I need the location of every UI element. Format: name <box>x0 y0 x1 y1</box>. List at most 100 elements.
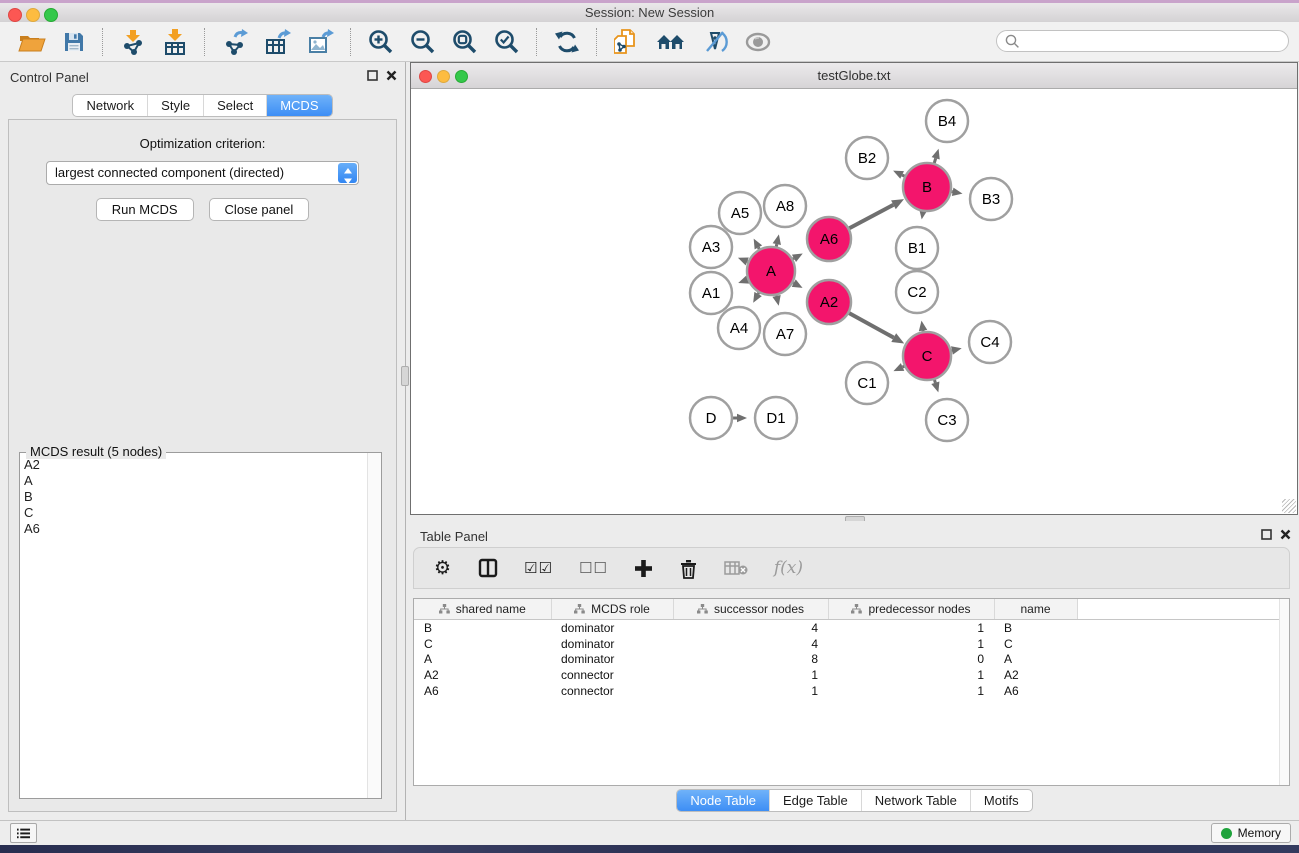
node-C[interactable]: C <box>903 332 951 380</box>
table-row[interactable]: Cdominator41C <box>414 636 1289 652</box>
network-resize-grip[interactable] <box>1282 499 1296 513</box>
delete-table-button[interactable] <box>718 558 754 578</box>
table-cell[interactable]: 1 <box>828 620 994 636</box>
result-item[interactable]: B <box>24 489 368 505</box>
open-session-button[interactable] <box>12 25 52 59</box>
node-A3[interactable]: A3 <box>690 226 732 268</box>
node-A5[interactable]: A5 <box>719 192 761 234</box>
node-B3[interactable]: B3 <box>970 178 1012 220</box>
node-A1[interactable]: A1 <box>690 272 732 314</box>
node-A8[interactable]: A8 <box>764 185 806 227</box>
result-item[interactable]: A <box>24 473 368 489</box>
node-A2[interactable]: A2 <box>807 280 851 324</box>
result-item[interactable]: A6 <box>24 521 368 537</box>
column-header[interactable]: shared name <box>414 599 551 620</box>
search-field[interactable] <box>996 30 1289 52</box>
node-C2[interactable]: C2 <box>896 271 938 313</box>
node-C3[interactable]: C3 <box>926 399 968 441</box>
table-options-button[interactable]: ⚙ <box>428 555 458 581</box>
edge-A-A8[interactable] <box>773 234 781 246</box>
show-graphics-details-button[interactable] <box>738 25 778 59</box>
export-table-button[interactable] <box>258 25 297 59</box>
criterion-dropdown[interactable]: largest connected component (directed) <box>46 161 359 185</box>
close-panel-icon[interactable] <box>386 70 397 81</box>
result-item[interactable]: A2 <box>24 457 368 473</box>
table-cell[interactable]: 1 <box>828 667 994 683</box>
export-network-button[interactable] <box>216 25 254 59</box>
deselect-all-columns-button[interactable]: ☐☐ <box>573 557 614 579</box>
import-network-button[interactable] <box>114 25 152 59</box>
table-cell[interactable]: connector <box>551 667 673 683</box>
export-image-button[interactable] <box>301 25 340 59</box>
vertical-splitter-handle[interactable] <box>401 366 409 386</box>
column-header[interactable]: MCDS role <box>551 599 673 620</box>
table-cell[interactable]: 1 <box>828 683 994 699</box>
table-cell[interactable]: connector <box>551 683 673 699</box>
edge-A-A7[interactable] <box>772 295 780 306</box>
table-cell[interactable]: A2 <box>994 667 1077 683</box>
home-button[interactable] <box>650 25 692 59</box>
table-scrollbar[interactable] <box>1279 599 1289 785</box>
node-A[interactable]: A <box>747 247 795 295</box>
table-cell[interactable]: A2 <box>414 667 551 683</box>
edge-A2-C[interactable] <box>849 313 904 343</box>
table-cell[interactable]: A <box>414 652 551 668</box>
table-row[interactable]: A2connector11A2 <box>414 667 1289 683</box>
node-A6[interactable]: A6 <box>807 217 851 261</box>
table-cell[interactable]: C <box>994 636 1077 652</box>
zoom-in-button[interactable] <box>362 25 400 59</box>
node-A7[interactable]: A7 <box>764 313 806 355</box>
table-cell[interactable]: 1 <box>673 683 828 699</box>
edge-B-B4[interactable] <box>932 149 940 163</box>
edge-C-C3[interactable] <box>931 380 939 392</box>
table-cell[interactable]: A6 <box>994 683 1077 699</box>
network-from-file-button[interactable] <box>608 25 646 59</box>
node-C1[interactable]: C1 <box>846 362 888 404</box>
tab-style[interactable]: Style <box>147 95 203 116</box>
column-header[interactable]: predecessor nodes <box>828 599 994 620</box>
table-cell[interactable]: C <box>414 636 551 652</box>
network-canvas[interactable]: B4B2BB3B1A5A8A6A3AA1A2C2A4A7C4CC1C3DD1 <box>411 89 1297 514</box>
node-B[interactable]: B <box>903 163 951 211</box>
zoom-selected-button[interactable] <box>488 25 526 59</box>
table-cell[interactable]: dominator <box>551 620 673 636</box>
table-cell[interactable]: 1 <box>673 667 828 683</box>
table-cell[interactable]: 0 <box>828 652 994 668</box>
result-item[interactable]: C <box>24 505 368 521</box>
tab-network[interactable]: Network <box>73 95 147 116</box>
edge-B-B3[interactable] <box>952 188 963 196</box>
table-cell[interactable]: dominator <box>551 652 673 668</box>
zoom-fit-button[interactable] <box>446 25 484 59</box>
column-header[interactable]: name <box>994 599 1077 620</box>
edge-A-A5[interactable] <box>754 239 762 250</box>
node-B1[interactable]: B1 <box>896 227 938 269</box>
tab-select[interactable]: Select <box>203 95 266 116</box>
close-table-panel-icon[interactable] <box>1280 529 1291 540</box>
function-builder-button[interactable]: f(x) <box>768 556 809 580</box>
show-columns-button[interactable] <box>472 556 504 580</box>
table-cell[interactable]: 4 <box>673 620 828 636</box>
table-row[interactable]: A6connector11A6 <box>414 683 1289 699</box>
edge-A6-B[interactable] <box>849 199 904 228</box>
select-all-columns-button[interactable]: ☑☑ <box>518 557 559 579</box>
tab-node-table[interactable]: Node Table <box>677 790 769 811</box>
tab-edge-table[interactable]: Edge Table <box>769 790 861 811</box>
tab-network-table[interactable]: Network Table <box>861 790 970 811</box>
zoom-out-button[interactable] <box>404 25 442 59</box>
table-cell[interactable]: B <box>414 620 551 636</box>
table-row[interactable]: Bdominator41B <box>414 620 1289 636</box>
float-panel-icon[interactable] <box>367 70 378 81</box>
refresh-button[interactable] <box>548 25 586 59</box>
table-cell[interactable]: B <box>994 620 1077 636</box>
table-cell[interactable]: A6 <box>414 683 551 699</box>
table-cell[interactable]: 1 <box>828 636 994 652</box>
node-C4[interactable]: C4 <box>969 321 1011 363</box>
edge-D-D1[interactable] <box>733 414 747 423</box>
edge-C-C1[interactable] <box>893 363 904 371</box>
result-scrollbar[interactable] <box>367 453 381 798</box>
node-D[interactable]: D <box>690 397 732 439</box>
table-cell[interactable]: 8 <box>673 652 828 668</box>
hide-annotations-button[interactable] <box>696 25 734 59</box>
float-table-panel-icon[interactable] <box>1261 529 1272 540</box>
edge-C-C4[interactable] <box>951 346 962 354</box>
